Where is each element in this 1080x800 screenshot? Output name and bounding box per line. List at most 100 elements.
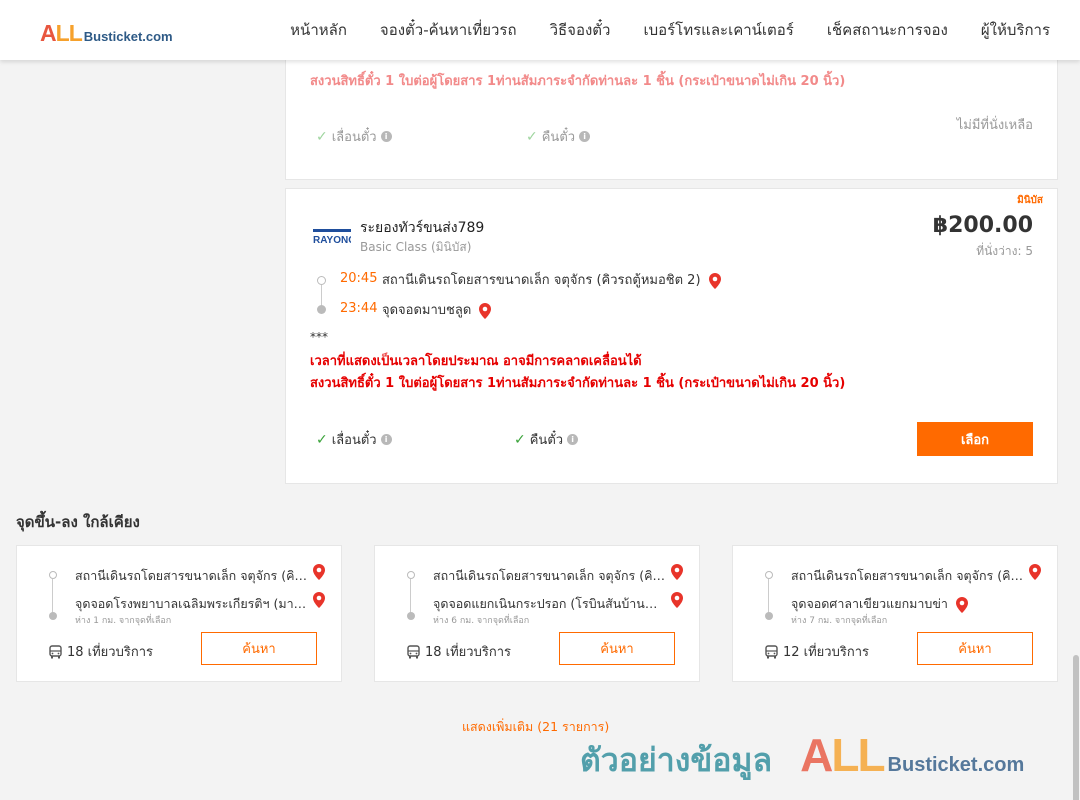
feature-reschedule-label: เลื่อนตั๋ว <box>331 130 377 145</box>
bus-icon <box>49 644 62 658</box>
watermark-all: ALL <box>800 729 885 781</box>
main-nav: หน้าหลัก จองตั๋ว-ค้นหาเที่ยวรถ วิธีจองตั… <box>290 0 1050 60</box>
logo-all-text: ALL <box>40 20 83 46</box>
origin-dot <box>407 571 415 579</box>
nav-phone-counters[interactable]: เบอร์โทรและเคาน์เตอร์ <box>643 18 793 42</box>
nearby-search-button[interactable]: ค้นหา <box>917 632 1033 665</box>
trip-count-label: 18 เที่ยวบริการ <box>425 645 511 660</box>
info-icon[interactable]: i <box>380 131 392 142</box>
trip-count-label: 12 เที่ยวบริการ <box>783 645 869 660</box>
arrival-stop: จุดจอดมาบชลูด <box>382 299 492 320</box>
origin-dot <box>49 571 57 579</box>
no-seats-text: ไม่มีที่นั่งเหลือ <box>956 118 1033 133</box>
nav-check-status[interactable]: เช็คสถานะการจอง <box>827 18 948 42</box>
timeline-line <box>321 285 322 307</box>
trip-count: 18 เที่ยวบริการ <box>407 641 511 662</box>
check-icon: ✓ <box>526 128 538 145</box>
nav-how-to-book[interactable]: วิธีจองตั๋ว <box>550 18 611 42</box>
check-icon: ✓ <box>316 128 328 145</box>
operator-logo: RAYONG <box>313 229 351 245</box>
trip-card: มินิบัส RAYONG ระยองทัวร์ขนส่ง789 Basic … <box>285 188 1058 484</box>
feature-refund: ✓ คืนตั๋ว i <box>514 429 579 450</box>
trip-card-soldout: สงวนสิทธิ์ตั๋ว 1 ใบต่อผู้โดยสาร 1ท่านสัม… <box>285 40 1058 180</box>
notice-stars: *** <box>310 330 328 344</box>
luggage-notice: สงวนสิทธิ์ตั๋ว 1 ใบต่อผู้โดยสาร 1ท่านสัม… <box>310 376 846 391</box>
nearby-destination: จุดจอดแยกเนินกระปรอก (โรบินสันบ้านฉาง) <box>433 596 665 611</box>
watermark-text: ตัวอย่างข้อมูล <box>580 741 773 779</box>
map-pin-icon[interactable] <box>1029 564 1041 580</box>
bus-icon <box>765 644 778 658</box>
watermark-domain: Busticket.com <box>887 754 1025 776</box>
destination-dot <box>765 612 773 620</box>
departure-time: 20:45 <box>340 271 378 286</box>
nearby-distance: ห่าง 6 กม. จากจุดที่เลือก <box>433 616 530 626</box>
info-icon[interactable]: i <box>380 434 392 445</box>
logo-domain-text: Busticket.com <box>83 29 173 44</box>
site-logo[interactable]: ALL Busticket.com <box>40 20 173 47</box>
nearby-search-button[interactable]: ค้นหา <box>559 632 675 665</box>
nearby-destination: จุดจอดศาลาเขียวแยกมาบข่า <box>791 594 968 614</box>
ticket-price: ฿200.00 <box>932 213 1033 238</box>
operator-logo-text: RAYONG <box>313 235 351 245</box>
bus-icon <box>407 644 420 658</box>
destination-dot <box>49 612 57 620</box>
map-pin-icon[interactable] <box>708 272 721 289</box>
feature-refund-label: คืนตั๋ว <box>541 130 576 145</box>
nav-operators[interactable]: ผู้ให้บริการ <box>981 18 1050 42</box>
nearby-section-title: จุดขึ้น-ลง ใกล้เคียง <box>16 513 140 531</box>
sample-data-watermark: ตัวอย่างข้อมูล ALL Busticket.com <box>580 728 1024 786</box>
nearby-origin: สถานีเดินรถโดยสารขนาดเล็ก จตุจักร (คิวรถ… <box>791 568 1023 583</box>
arrival-stop-name: จุดจอดมาบชลูด <box>382 303 472 318</box>
nearby-card: สถานีเดินรถโดยสารขนาดเล็ก จตุจักร (คิวรถ… <box>16 545 342 682</box>
check-icon: ✓ <box>514 431 526 448</box>
map-pin-icon[interactable] <box>313 564 325 580</box>
route-line <box>52 579 53 613</box>
nearby-origin: สถานีเดินรถโดยสารขนาดเล็ก จตุจักร (คิวรถ… <box>75 568 307 583</box>
arrival-time: 23:44 <box>340 301 378 316</box>
service-class: Basic Class (มินิบัส) <box>360 240 472 254</box>
nearby-origin: สถานีเดินรถโดยสารขนาดเล็ก จตุจักร (คิวรถ… <box>433 568 665 583</box>
luggage-notice: สงวนสิทธิ์ตั๋ว 1 ใบต่อผู้โดยสาร 1ท่านสัม… <box>310 74 846 89</box>
map-pin-icon[interactable] <box>479 302 492 319</box>
map-pin-icon[interactable] <box>313 592 325 608</box>
departure-stop: สถานีเดินรถโดยสารขนาดเล็ก จตุจักร (คิวรถ… <box>382 269 721 290</box>
vehicle-type-tag: มินิบัส <box>1017 195 1043 206</box>
map-pin-icon[interactable] <box>955 596 968 613</box>
feature-refund-label: คืนตั๋ว <box>529 433 564 448</box>
nearby-card: สถานีเดินรถโดยสารขนาดเล็ก จตุจักร (คิวรถ… <box>374 545 700 682</box>
info-icon[interactable]: i <box>567 434 579 445</box>
time-notice: เวลาที่แสดงเป็นเวลาโดยประมาณ อาจมีการคลา… <box>310 354 642 369</box>
trip-count: 18 เที่ยวบริการ <box>49 641 153 662</box>
origin-dot <box>765 571 773 579</box>
seats-available: ที่นั่งว่าง: 5 <box>976 244 1033 258</box>
nearby-search-button[interactable]: ค้นหา <box>201 632 317 665</box>
scrollbar-thumb[interactable] <box>1073 655 1079 800</box>
top-header: ALL Busticket.com หน้าหลัก จองตั๋ว-ค้นหา… <box>0 0 1080 60</box>
departure-stop-name: สถานีเดินรถโดยสารขนาดเล็ก จตุจักร (คิวรถ… <box>382 273 701 288</box>
feature-reschedule-label: เลื่อนตั๋ว <box>331 433 377 448</box>
nearby-destination-label: จุดจอดศาลาเขียวแยกมาบข่า <box>791 596 948 611</box>
route-line <box>410 579 411 613</box>
operator-name: ระยองทัวร์ขนส่ง789 <box>360 220 485 236</box>
check-icon: ✓ <box>316 431 328 448</box>
nearby-destination: จุดจอดโรงพยาบาลเฉลิมพระเกียรติฯ (มาบตาพุ… <box>75 596 307 611</box>
nearby-distance: ห่าง 1 กม. จากจุดที่เลือก <box>75 616 172 626</box>
trip-count-label: 18 เที่ยวบริการ <box>67 645 153 660</box>
nav-book-search[interactable]: จองตั๋ว-ค้นหาเที่ยวรถ <box>380 18 517 42</box>
map-pin-icon[interactable] <box>671 564 683 580</box>
route-line <box>768 579 769 613</box>
destination-dot <box>407 612 415 620</box>
page-scrollbar[interactable] <box>1072 60 1080 800</box>
nav-home[interactable]: หน้าหลัก <box>290 18 347 42</box>
departure-dot <box>317 276 326 285</box>
trip-count: 12 เที่ยวบริการ <box>765 641 869 662</box>
feature-reschedule: ✓ เลื่อนตั๋ว i <box>316 126 392 147</box>
nearby-distance: ห่าง 7 กม. จากจุดที่เลือก <box>791 616 888 626</box>
feature-reschedule: ✓ เลื่อนตั๋ว i <box>316 429 392 450</box>
map-pin-icon[interactable] <box>671 592 683 608</box>
select-trip-button[interactable]: เลือก <box>917 422 1033 456</box>
feature-refund: ✓ คืนตั๋ว i <box>526 126 591 147</box>
info-icon[interactable]: i <box>579 131 591 142</box>
arrival-dot <box>317 305 326 314</box>
nearby-card: สถานีเดินรถโดยสารขนาดเล็ก จตุจักร (คิวรถ… <box>732 545 1058 682</box>
